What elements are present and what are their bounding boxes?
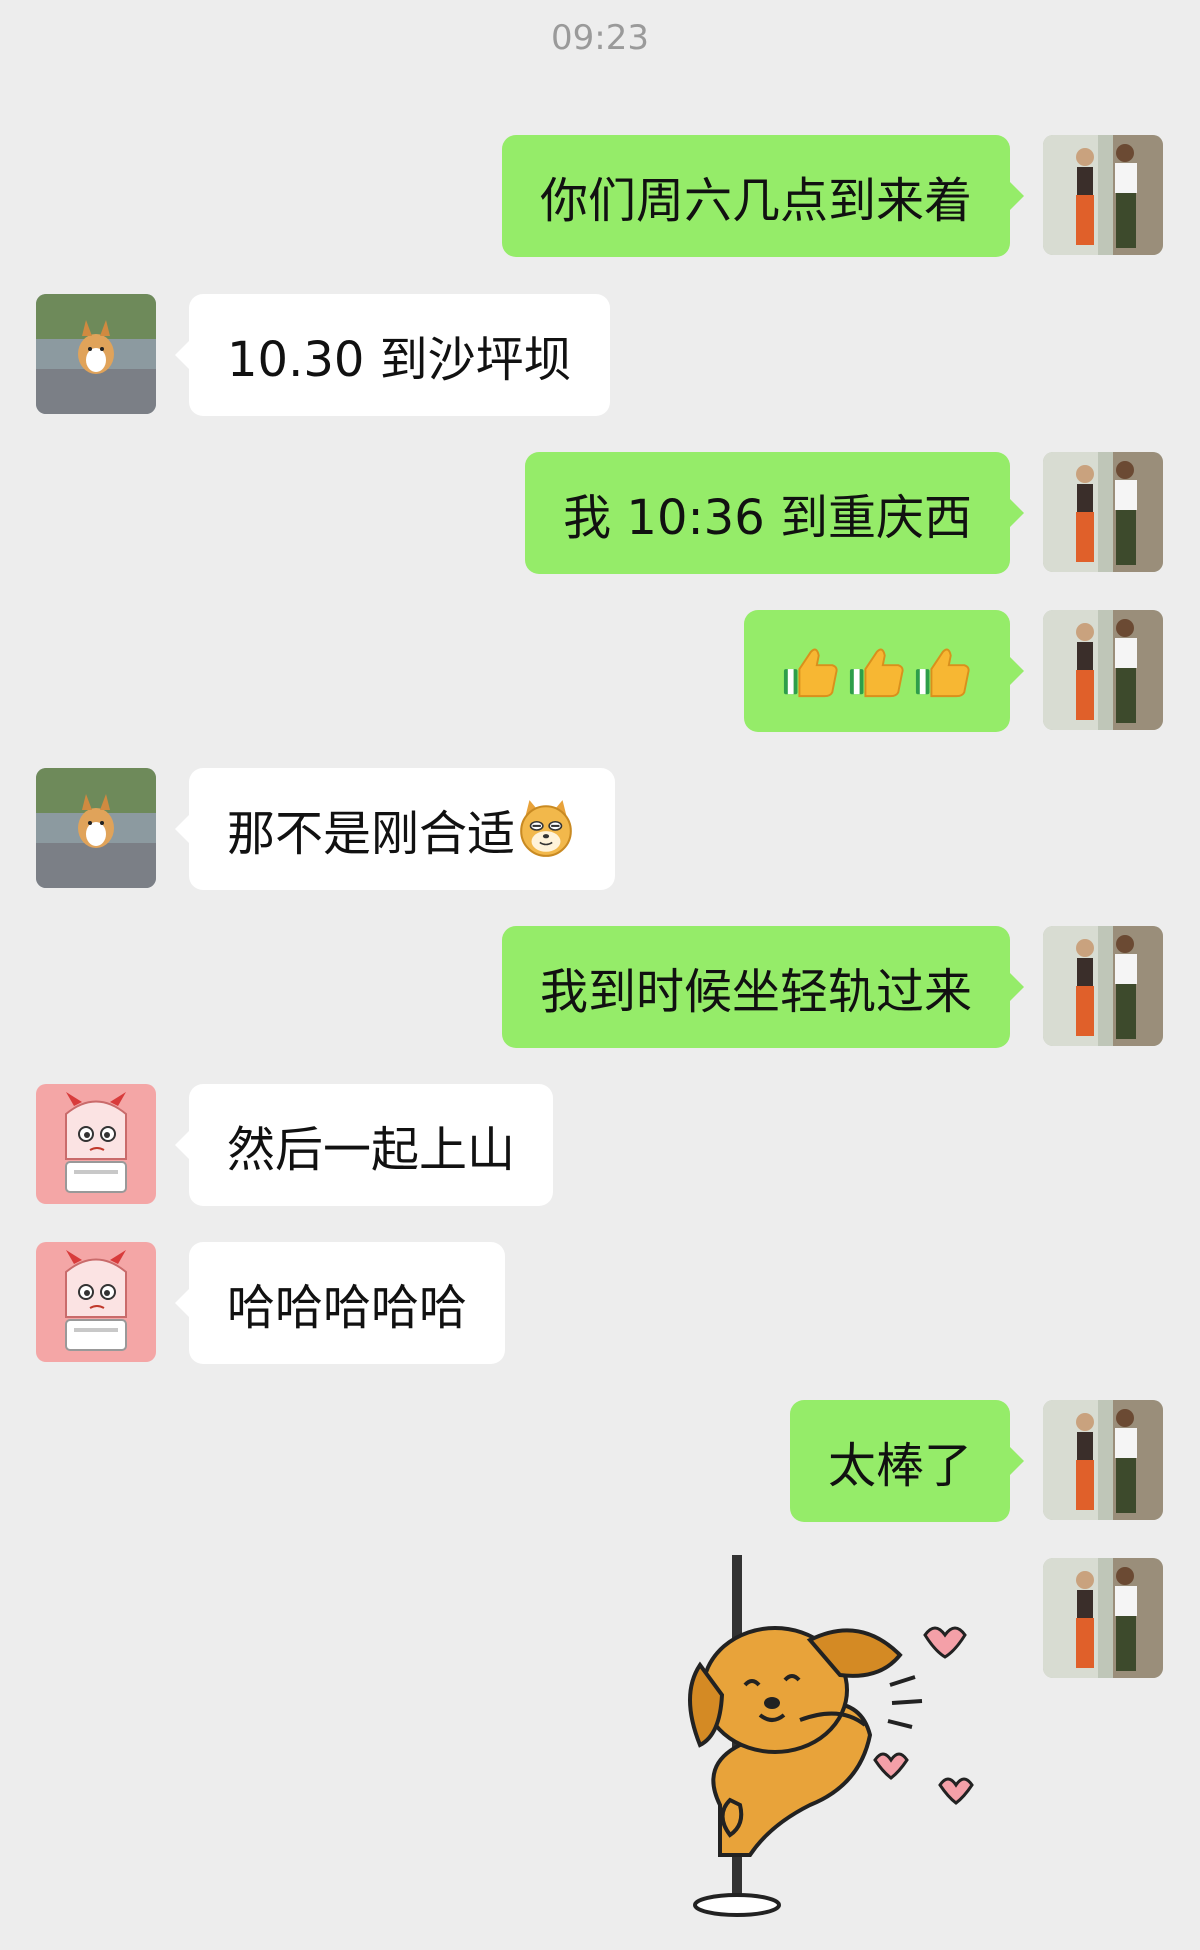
contact-avatar-corgi[interactable] (36, 294, 156, 414)
sent-message-bubble[interactable]: 我 10:36 到重庆西 (525, 452, 1024, 574)
dancing-dog-sticker[interactable] (660, 1555, 1000, 1925)
my-avatar[interactable] (1043, 926, 1163, 1046)
my-avatar[interactable] (1043, 452, 1163, 572)
sent-message-bubble[interactable]: 我到时候坐轻轨过来 (501, 926, 1025, 1048)
couple-photo-avatar-icon (1043, 610, 1163, 730)
corgi-photo-avatar-icon (36, 294, 156, 414)
received-message-bubble[interactable]: 10.30 到沙坪坝 (175, 294, 610, 416)
received-message-bubble[interactable]: 那不是刚合适 (174, 768, 616, 890)
doge-face-icon (515, 798, 577, 860)
message-text: 你们周六几点到来着 (539, 173, 972, 229)
thumbs-up-icon (848, 642, 906, 700)
message-text: 太棒了 (827, 1438, 972, 1494)
sent-emoji-bubble[interactable] (744, 610, 1024, 732)
corgi-photo-avatar-icon (36, 768, 156, 888)
received-message-bubble[interactable]: 哈哈哈哈哈 (174, 1242, 506, 1364)
couple-photo-avatar-icon (1043, 926, 1163, 1046)
cartoon-girl-avatar-icon (36, 1084, 156, 1204)
couple-photo-avatar-icon (1043, 135, 1163, 255)
message-text: 那不是刚合适 (227, 806, 516, 862)
couple-photo-avatar-icon (1043, 1400, 1163, 1520)
cartoon-girl-avatar-icon (36, 1242, 156, 1362)
contact-avatar-cartoon[interactable] (36, 1242, 156, 1362)
chat-window: 09:23 你们周六几点到来着 10.30 到沙坪坝 我 10:36 到重庆西 … (0, 0, 1200, 1950)
thumbs-up-icon (914, 642, 972, 700)
contact-avatar-corgi[interactable] (36, 768, 156, 888)
my-avatar[interactable] (1043, 610, 1163, 730)
message-text: 哈哈哈哈哈 (227, 1280, 468, 1336)
message-text: 10.30 到沙坪坝 (227, 332, 572, 388)
thumbs-up-icon (782, 642, 840, 700)
couple-photo-avatar-icon (1043, 452, 1163, 572)
contact-avatar-cartoon[interactable] (36, 1084, 156, 1204)
timestamp: 09:23 (551, 18, 649, 58)
received-message-bubble[interactable]: 然后一起上山 (174, 1084, 554, 1206)
couple-photo-avatar-icon (1043, 1558, 1163, 1678)
my-avatar[interactable] (1043, 1558, 1163, 1678)
message-text: 然后一起上山 (227, 1122, 516, 1178)
sent-message-bubble[interactable]: 太棒了 (789, 1400, 1025, 1522)
message-text: 我 10:36 到重庆西 (563, 490, 972, 546)
message-text: 我到时候坐轻轨过来 (539, 964, 972, 1020)
my-avatar[interactable] (1043, 1400, 1163, 1520)
dog-pole-dance-icon (688, 1555, 974, 1917)
sent-message-bubble[interactable]: 你们周六几点到来着 (501, 135, 1025, 257)
my-avatar[interactable] (1043, 135, 1163, 255)
